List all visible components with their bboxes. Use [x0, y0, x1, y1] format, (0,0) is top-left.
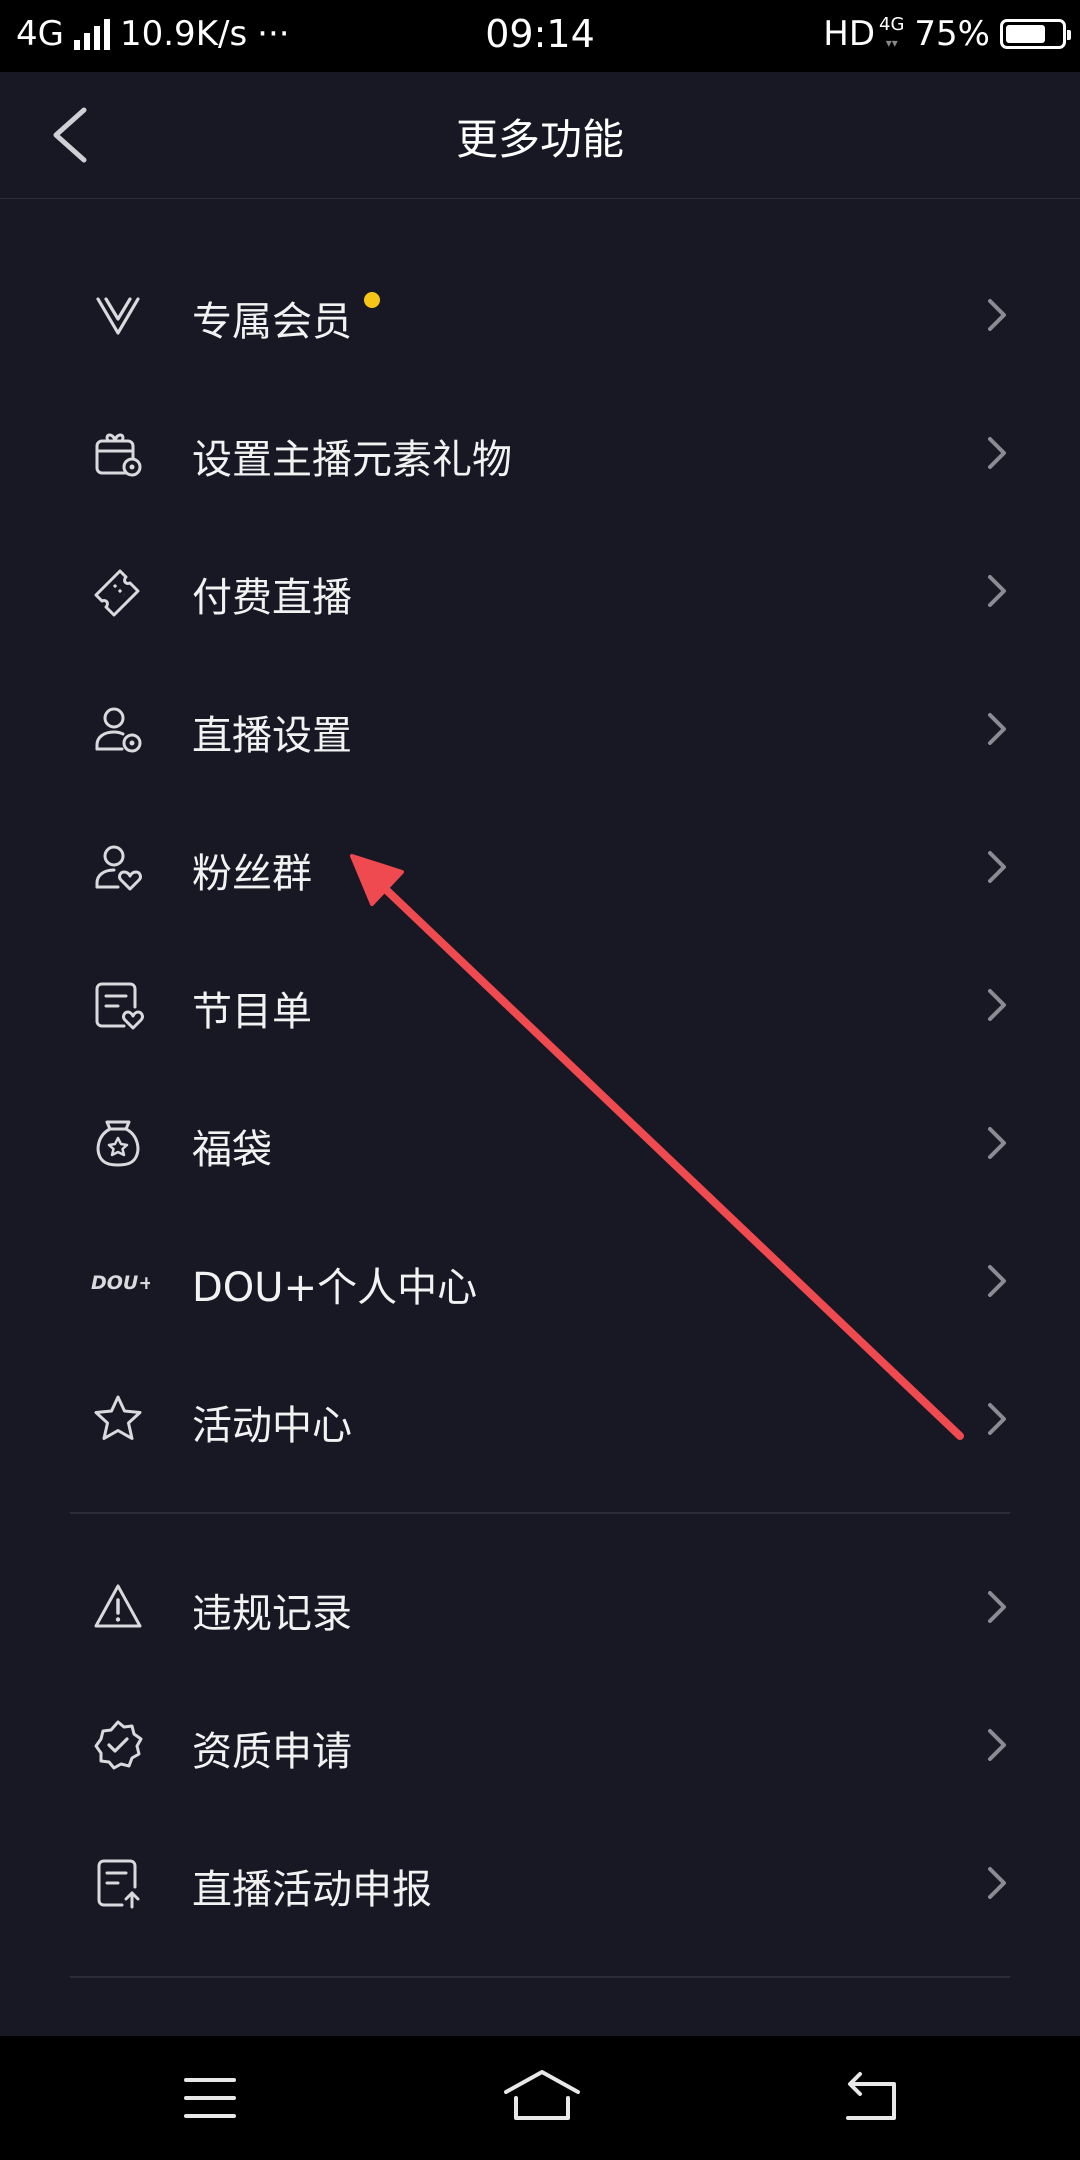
- battery-icon: [1000, 19, 1071, 49]
- chevron-right-icon: [988, 299, 1006, 331]
- menu-item-label: 专属会员: [192, 299, 352, 345]
- chevron-right-icon: [988, 713, 1006, 745]
- new-badge-dot: [364, 292, 380, 308]
- menu-item-dou-plus[interactable]: DOU+ DOU+个人中心: [0, 1211, 1080, 1349]
- chevron-right-icon: [988, 851, 1006, 883]
- menu-item-qualification[interactable]: 资质申请: [0, 1675, 1080, 1813]
- chevron-right-icon: [988, 989, 1006, 1021]
- menu-item-activity-report[interactable]: 直播活动申报: [0, 1813, 1080, 1951]
- menu-item-label: 粉丝群: [192, 851, 312, 897]
- menu-item-label: 资质申请: [192, 1729, 352, 1775]
- hd-indicator: HD 4G ▾▾: [823, 14, 904, 54]
- chevron-right-icon: [988, 1265, 1006, 1297]
- chevron-right-icon: [988, 437, 1006, 469]
- warning-icon: [94, 1584, 142, 1628]
- menu-item-program-list[interactable]: 节目单: [0, 935, 1080, 1073]
- lte-label: 4G: [879, 14, 905, 35]
- menu-item-label: 付费直播: [192, 575, 352, 621]
- verified-badge-icon: [94, 1720, 143, 1770]
- status-bar: 4G 10.9K/s ··· 09:14 HD 4G ▾▾ 75%: [0, 0, 1080, 72]
- menu-item-fans-group[interactable]: 粉丝群: [0, 797, 1080, 935]
- top-navigation: 更多功能: [0, 72, 1080, 199]
- dou-plus-icon: DOU+: [91, 1272, 150, 1294]
- section-divider: [70, 1976, 1010, 1978]
- chevron-right-icon: [988, 1127, 1006, 1159]
- menu-item-label: 节目单: [192, 989, 312, 1035]
- lte-icon: 4G ▾▾: [879, 14, 905, 51]
- battery-percent: 75%: [914, 14, 990, 54]
- chevron-right-icon: [988, 1403, 1006, 1435]
- hd-label: HD: [823, 14, 876, 54]
- menu-item-paid-live[interactable]: 付费直播: [0, 521, 1080, 659]
- program-list-icon: [95, 982, 144, 1030]
- chevron-right-icon: [988, 1867, 1006, 1899]
- report-document-icon: [97, 1859, 140, 1909]
- system-navigation-bar: [0, 2036, 1080, 2160]
- menu-item-label: 活动中心: [192, 1403, 352, 1449]
- status-right: HD 4G ▾▾ 75%: [823, 14, 1071, 54]
- chevron-right-icon: [988, 575, 1006, 607]
- gift-settings-icon: [95, 433, 142, 477]
- menu-item-label: 违规记录: [192, 1591, 352, 1637]
- menu-item-lucky-bag[interactable]: 福袋: [0, 1073, 1080, 1211]
- menu-item-label: 福袋: [192, 1127, 272, 1173]
- section-divider: [70, 1512, 1010, 1514]
- menu-item-live-settings[interactable]: 直播设置: [0, 659, 1080, 797]
- menu-icon[interactable]: [170, 2066, 250, 2130]
- menu-item-violation-records[interactable]: 违规记录: [0, 1537, 1080, 1675]
- menu-item-label: DOU+个人中心: [192, 1265, 478, 1311]
- dou-plus-icon-text: DOU+: [91, 1272, 150, 1294]
- menu-item-vip[interactable]: 专属会员: [0, 245, 1080, 383]
- page-title: 更多功能: [455, 115, 624, 164]
- menu-item-activity-center[interactable]: 活动中心: [0, 1349, 1080, 1487]
- ticket-icon: [94, 569, 140, 617]
- menu-item-label: 直播活动申报: [192, 1867, 432, 1913]
- home-icon[interactable]: [500, 2066, 584, 2130]
- user-settings-icon: [95, 707, 142, 753]
- fans-group-icon: [95, 845, 142, 891]
- menu-item-label: 直播设置: [192, 713, 352, 759]
- menu-item-label: 设置主播元素礼物: [192, 437, 512, 483]
- chevron-right-icon: [988, 1591, 1006, 1623]
- chevron-right-icon: [988, 1729, 1006, 1761]
- back-icon[interactable]: [830, 2066, 910, 2130]
- vip-v-icon: [96, 297, 140, 335]
- lucky-bag-icon: [96, 1120, 140, 1167]
- star-icon: [94, 1395, 142, 1440]
- menu-item-gift-settings[interactable]: 设置主播元素礼物: [0, 383, 1080, 521]
